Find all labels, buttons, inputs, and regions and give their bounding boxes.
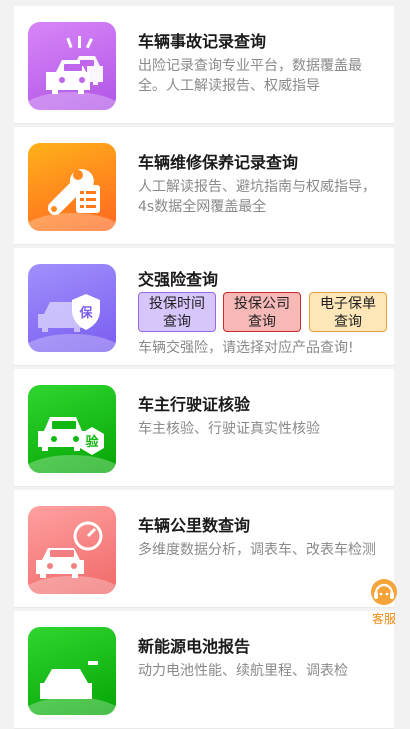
service-title: 交强险查询 (138, 270, 219, 289)
service-title: 车辆事故记录查询 (138, 32, 267, 51)
service-card-accident[interactable]: 车辆事故记录查询 出险记录查询专业平台，数据覆盖最全。人工解读报告、权威指导 (14, 6, 394, 124)
odometer-car-icon (28, 506, 116, 594)
car-insurance-icon: 保 (28, 264, 116, 352)
service-card-maintenance[interactable]: 车辆维修保养记录查询 人工解读报告、避坑指南与权威指导，4s数据全网覆盖最全 (14, 127, 394, 245)
headset-icon (371, 579, 397, 605)
tag-e-policy[interactable]: 电子保单 查询 (309, 292, 387, 332)
service-desc: 出险记录查询专业平台，数据覆盖最全。人工解读报告、权威指导 (138, 58, 362, 94)
service-card-mileage[interactable]: 车辆公里数查询 多维度数据分析，调表车、改表车检测 (14, 490, 394, 608)
car-crash-icon (28, 22, 116, 110)
service-desc: 人工解读报告、避坑指南与权威指导，4s数据全网覆盖最全 (138, 179, 376, 215)
svg-text:保: 保 (78, 305, 93, 321)
service-card-ev-battery[interactable]: 新能源电池报告 动力电池性能、续航里程、调表检 (14, 611, 394, 729)
wrench-report-icon (28, 143, 116, 231)
tag-line: 投保公司 (234, 296, 290, 312)
tag-line: 投保时间 (149, 296, 205, 312)
service-desc: 动力电池性能、续航里程、调表检 (138, 663, 348, 679)
service-title: 车主行驶证核验 (138, 395, 251, 414)
service-desc: 多维度数据分析，调表车、改表车检测 (138, 542, 376, 558)
tag-line: 查询 (334, 314, 362, 330)
customer-service-button[interactable]: 客服 (368, 577, 400, 626)
service-card-license-verify[interactable]: 验 车主行驶证核验 车主核验、行驶证真实性核验 (14, 369, 394, 487)
service-desc: 车主核验、行驶证真实性核验 (138, 421, 320, 437)
customer-service-label: 客服 (371, 612, 396, 626)
service-desc: 车辆交强险，请选择对应产品查询! (138, 340, 354, 356)
tag-insure-company[interactable]: 投保公司 查询 (223, 292, 301, 332)
ev-battery-icon (28, 627, 116, 715)
service-title: 车辆维修保养记录查询 (138, 153, 299, 172)
tag-line: 查询 (163, 314, 191, 330)
tag-line: 电子保单 (320, 296, 376, 312)
service-card-compulsory-insurance[interactable]: 保 交强险查询 投保时间 查询 投保公司 查询 电子保单 查询 车辆交强险，请选… (14, 248, 394, 366)
service-title: 车辆公里数查询 (138, 516, 251, 535)
svg-text:验: 验 (85, 434, 99, 450)
license-verify-icon: 验 (28, 385, 116, 473)
tag-insure-time[interactable]: 投保时间 查询 (138, 292, 216, 332)
tag-line: 查询 (248, 314, 276, 330)
service-title: 新能源电池报告 (138, 637, 251, 656)
